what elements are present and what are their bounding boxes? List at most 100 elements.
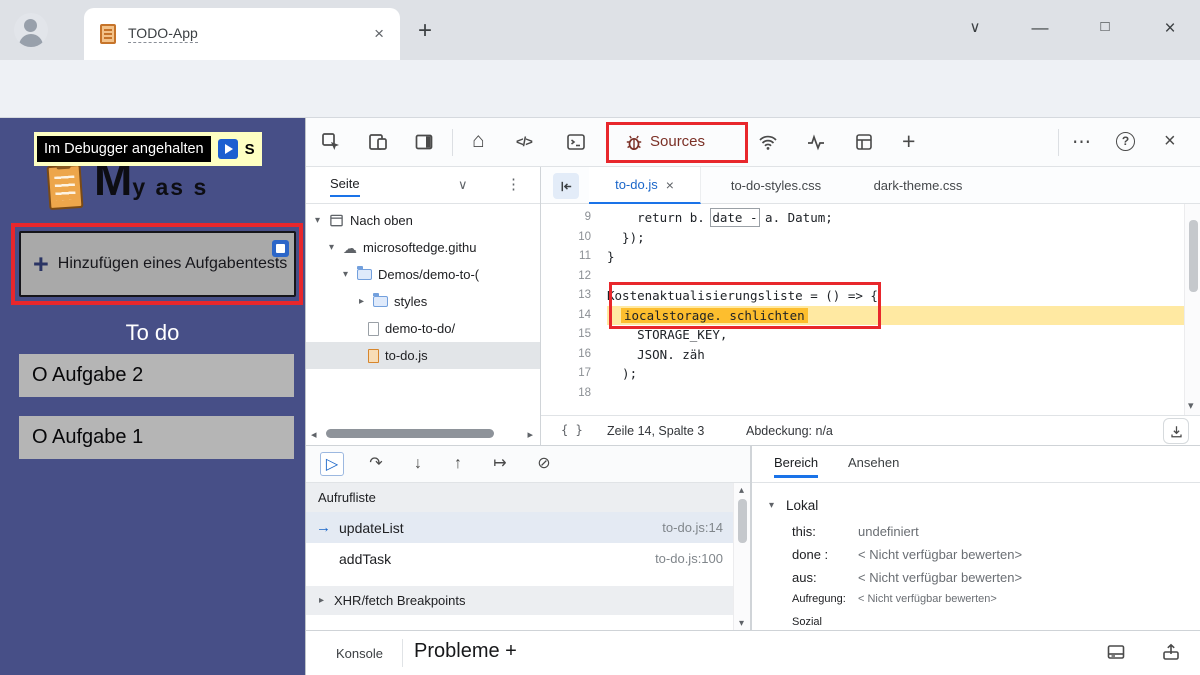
line-number[interactable]: 11	[541, 247, 607, 267]
scroll-left-icon[interactable]: ◂	[311, 428, 317, 441]
call-stack-frame-current[interactable]: → updateList to-do.js:14	[306, 512, 733, 543]
deactivate-breakpoints-button[interactable]: ⊘	[532, 452, 556, 476]
scrollbar-thumb[interactable]	[326, 429, 494, 438]
line-number[interactable]: 15	[541, 325, 607, 345]
tree-item-top-frame[interactable]: ▾ Nach oben	[306, 207, 540, 234]
step-out-button[interactable]: ↑	[446, 452, 470, 476]
line-number[interactable]: 13	[541, 286, 607, 306]
maximize-button[interactable]: □	[1090, 18, 1120, 35]
navigator-horizontal-scrollbar[interactable]: ◂ ▸	[306, 424, 540, 444]
performance-icon[interactable]	[806, 132, 826, 152]
bug-icon[interactable]	[624, 132, 644, 152]
tab-sources[interactable]: Sources	[650, 133, 705, 150]
resume-button[interactable]: ▷	[320, 452, 344, 476]
inspect-element-icon[interactable]	[321, 132, 341, 152]
line-number[interactable]: 16	[541, 345, 607, 365]
editor-tab-dark-theme-css[interactable]: dark-theme.css	[853, 167, 983, 204]
call-stack-frame[interactable]: addTask to-do.js:100	[306, 543, 733, 574]
console-tool-icon[interactable]	[566, 132, 586, 152]
code-view[interactable]: 9 return b. date - a. Datum; 10 }); 11 }…	[541, 208, 1184, 415]
tree-item-to-do-js[interactable]: to-do.js	[306, 342, 540, 369]
line-number[interactable]: 17	[541, 364, 607, 384]
new-tab-button[interactable]: +	[418, 17, 432, 45]
caret-open-icon[interactable]: ▾	[766, 500, 777, 511]
dock-panel-icon[interactable]	[414, 132, 434, 152]
tree-item-html-file[interactable]: demo-to-do/	[306, 315, 540, 342]
code-line[interactable]: 16 JSON. zäh	[541, 345, 1184, 365]
code-line-paused[interactable]: 14 iocalstorage. schlichten	[541, 305, 1184, 326]
step-over-button[interactable]: ↷	[364, 452, 388, 476]
line-number[interactable]: 14	[541, 306, 607, 326]
step-over-icon[interactable]: S	[245, 141, 255, 158]
format-braces-icon[interactable]: { }	[561, 423, 583, 437]
step-into-button[interactable]: ↓	[406, 452, 430, 476]
scrollbar-thumb[interactable]	[1189, 220, 1198, 292]
code-line[interactable]: 15 STORAGE_KEY,	[541, 325, 1184, 345]
resume-script-icon[interactable]	[217, 139, 238, 159]
code-line[interactable]: 13 Kostenaktualisierungsliste = () => {	[541, 286, 1184, 306]
scrollbar-thumb[interactable]	[738, 499, 747, 543]
home-tool-icon[interactable]: ⌂	[472, 129, 485, 153]
caret-closed-icon[interactable]: ▸	[316, 595, 327, 606]
device-emulation-icon[interactable]	[368, 132, 388, 152]
tab-watch[interactable]: Ansehen	[848, 455, 899, 470]
more-tabs-chevron-icon[interactable]: ∨	[458, 177, 468, 193]
application-icon[interactable]	[854, 132, 874, 152]
tab-close-icon[interactable]: ×	[374, 24, 384, 44]
editor-tab-to-do-styles-css[interactable]: to-do-styles.css	[706, 167, 846, 204]
add-task-button[interactable]: + Hinzufügen eines Aufgabentests	[19, 231, 296, 297]
scope-local-section[interactable]: ▾ Lokal	[766, 498, 818, 513]
minimize-button[interactable]: —	[1025, 18, 1055, 38]
help-icon[interactable]: ?	[1116, 132, 1135, 151]
navigator-more-icon[interactable]: ⋮	[506, 175, 521, 193]
scroll-down-icon[interactable]: ▾	[1188, 399, 1194, 412]
call-stack-header[interactable]: Aufrufliste	[306, 483, 733, 512]
line-number[interactable]: 18	[541, 384, 607, 404]
caret-open-icon[interactable]: ▾	[340, 269, 351, 280]
window-close-button[interactable]: ×	[1155, 18, 1185, 40]
devtools-menu-icon[interactable]: ⋯	[1072, 131, 1091, 154]
console-sidebar-icon[interactable]	[1106, 642, 1126, 662]
download-file-button[interactable]	[1163, 418, 1189, 444]
editor-tab-close-icon[interactable]: ×	[666, 177, 674, 193]
code-line[interactable]: 17 );	[541, 364, 1184, 384]
tree-item-folder[interactable]: ▾ Demos/demo-to-(	[306, 261, 540, 288]
step-button[interactable]: ↦	[488, 452, 512, 476]
tree-item-origin[interactable]: ▾ ☁ microsoftedge.githu	[306, 234, 540, 261]
line-number[interactable]: 12	[541, 267, 607, 287]
toggle-navigator-icon[interactable]	[553, 173, 579, 199]
scroll-right-icon[interactable]: ▸	[527, 428, 533, 441]
code-line[interactable]: 12	[541, 267, 1184, 287]
line-number[interactable]: 9	[541, 208, 607, 228]
xhr-breakpoints-header[interactable]: ▸ XHR/fetch Breakpoints	[306, 586, 733, 615]
tab-scope[interactable]: Bereich	[774, 455, 819, 478]
profile-avatar[interactable]	[14, 13, 48, 47]
tab-console[interactable]: Konsole	[336, 646, 383, 661]
expand-drawer-icon[interactable]	[1161, 642, 1181, 662]
editor-tab-to-do-js[interactable]: to-do.js ×	[589, 167, 701, 204]
devtools-close-icon[interactable]: ×	[1164, 130, 1176, 153]
task-item[interactable]: O Aufgabe 1	[19, 416, 294, 459]
scroll-down-icon[interactable]: ▾	[739, 618, 744, 629]
scope-variable: this: undefiniert	[792, 524, 919, 539]
line-number[interactable]: 10	[541, 228, 607, 248]
debugger-vertical-scrollbar[interactable]: ▴ ▾	[733, 483, 750, 630]
scroll-up-icon[interactable]: ▴	[739, 485, 744, 496]
caret-open-icon[interactable]: ▾	[312, 215, 323, 226]
more-tools-add-icon[interactable]: +	[902, 128, 915, 155]
code-line[interactable]: 11 }	[541, 247, 1184, 267]
network-conditions-icon[interactable]	[758, 132, 778, 152]
browser-tab[interactable]: TODO-App ×	[84, 8, 400, 60]
caret-open-icon[interactable]: ▾	[326, 242, 337, 253]
code-line[interactable]: 10 });	[541, 228, 1184, 248]
code-line[interactable]: 18	[541, 384, 1184, 404]
tab-problems[interactable]: Probleme +	[414, 640, 517, 663]
code-line[interactable]: 9 return b. date - a. Datum;	[541, 208, 1184, 228]
tree-item-styles[interactable]: ▸ styles	[306, 288, 540, 315]
caret-closed-icon[interactable]: ▸	[356, 296, 367, 307]
editor-vertical-scrollbar[interactable]: ▾	[1184, 204, 1200, 415]
tab-page[interactable]: Seite	[330, 176, 360, 197]
elements-tool-icon[interactable]: </>	[516, 134, 533, 149]
task-item[interactable]: O Aufgabe 2	[19, 354, 294, 397]
tab-list-chevron-icon[interactable]: ∨	[960, 18, 990, 36]
